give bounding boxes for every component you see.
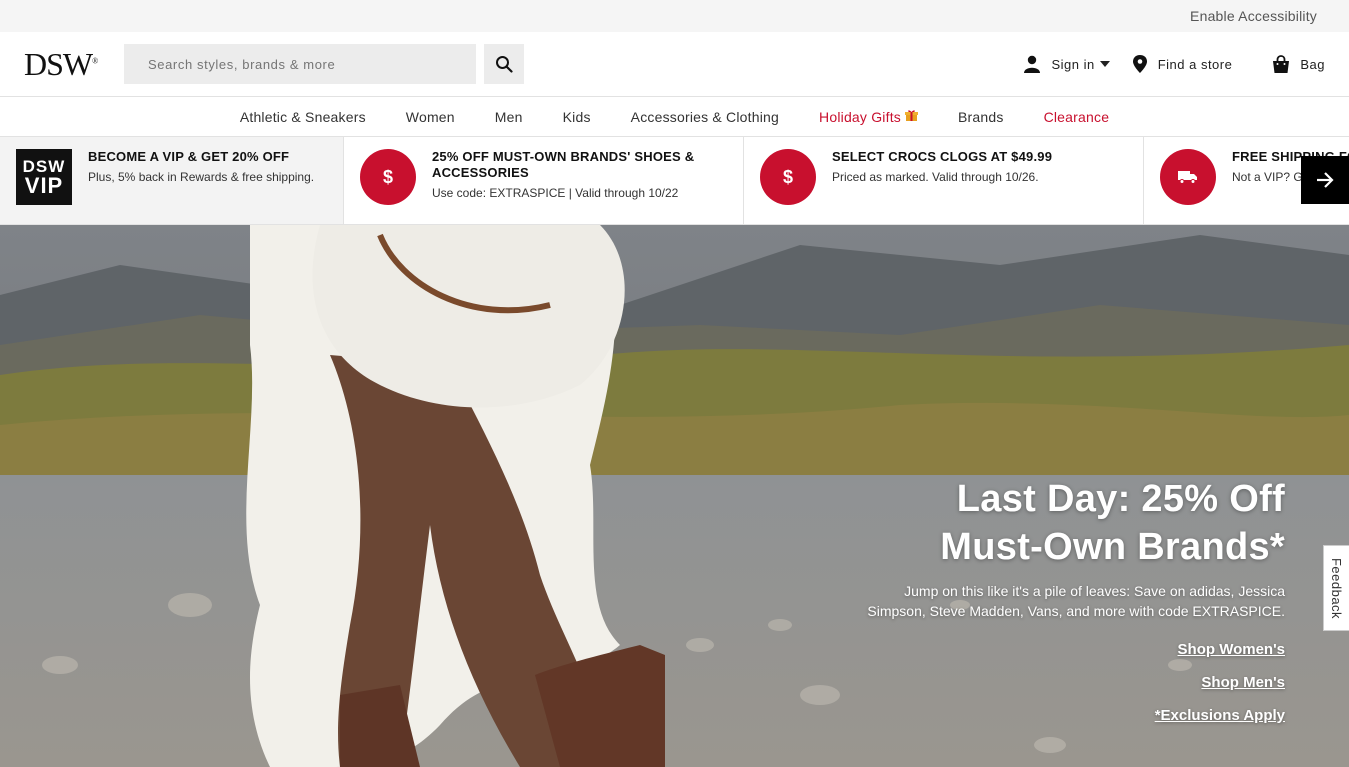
exclusions-apply-link[interactable]: *Exclusions Apply — [865, 707, 1285, 724]
enable-accessibility-link[interactable]: Enable Accessibility — [1190, 8, 1317, 24]
dollar-icon: $ — [760, 149, 816, 205]
shop-womens-link[interactable]: Shop Women's — [865, 641, 1285, 658]
bag-label: Bag — [1300, 56, 1325, 72]
nav-women[interactable]: Women — [406, 109, 455, 125]
chevron-down-icon — [1099, 61, 1110, 67]
promo-subtitle: Priced as marked. Valid through 10/26. — [832, 170, 1039, 184]
promo-vip[interactable]: DSW VIP BECOME A VIP & GET 20% OFF Plus,… — [0, 137, 344, 224]
promo-crocs[interactable]: $ SELECT CROCS CLOGS AT $49.99 Priced as… — [744, 137, 1144, 224]
site-header: DSW® Sign in Find a store Bag — [0, 32, 1349, 97]
arrow-right-icon — [1317, 172, 1334, 188]
search-input[interactable] — [124, 44, 476, 84]
promo-subtitle: Plus, 5% back in Rewards & free shipping… — [88, 170, 315, 184]
promo-must-own-brands[interactable]: $ 25% OFF MUST-OWN BRANDS' SHOES & ACCES… — [344, 137, 744, 224]
nav-men[interactable]: Men — [495, 109, 523, 125]
dsw-logo[interactable]: DSW® — [24, 46, 124, 83]
search-icon — [496, 56, 513, 73]
hero-headline-line2: Must-Own Brands* — [940, 526, 1285, 568]
hero-banner[interactable]: Last Day: 25% Off Must-Own Brands* Jump … — [0, 225, 1349, 767]
vip-badge-line2: VIP — [24, 172, 64, 198]
shop-mens-link[interactable]: Shop Men's — [865, 674, 1285, 691]
nav-clearance[interactable]: Clearance — [1044, 109, 1110, 125]
header-actions: Sign in Find a store Bag — [1023, 54, 1325, 74]
nav-holiday-gifts[interactable]: Holiday Gifts — [819, 109, 918, 125]
find-a-store-label: Find a store — [1157, 56, 1233, 72]
carousel-next-button[interactable] — [1301, 156, 1349, 204]
promo-title: BECOME A VIP & GET 20% OFF — [88, 149, 290, 164]
vip-badge-line1: DSW — [22, 156, 66, 176]
hero-headline: Last Day: 25% Off Must-Own Brands* — [865, 475, 1285, 571]
nav-brands[interactable]: Brands — [958, 109, 1004, 125]
user-icon — [1024, 55, 1041, 73]
sign-in-button[interactable]: Sign in — [1023, 55, 1110, 73]
dsw-vip-badge: DSW VIP — [16, 149, 72, 205]
promo-carousel: DSW VIP BECOME A VIP & GET 20% OFF Plus,… — [0, 137, 1349, 225]
nav-accessories-clothing[interactable]: Accessories & Clothing — [631, 109, 779, 125]
promo-text: SELECT CROCS CLOGS AT $49.99 Priced as m… — [832, 149, 1052, 185]
feedback-tab[interactable]: Feedback — [1323, 545, 1349, 631]
find-a-store-button[interactable]: Find a store — [1132, 55, 1233, 73]
promo-subtitle: Use code: EXTRASPICE | Valid through 10/… — [432, 186, 679, 200]
promo-title: 25% OFF MUST-OWN BRANDS' SHOES & ACCESSO… — [432, 149, 695, 180]
dollar-icon: $ — [360, 149, 416, 205]
bag-button[interactable]: Bag — [1272, 54, 1325, 74]
location-pin-icon — [1132, 55, 1147, 73]
gift-icon — [905, 109, 918, 125]
nav-holiday-gifts-label: Holiday Gifts — [819, 108, 901, 125]
nav-kids[interactable]: Kids — [563, 109, 591, 125]
promo-title: SELECT CROCS CLOGS AT $49.99 — [832, 149, 1053, 164]
shopping-bag-icon — [1273, 54, 1290, 73]
search-button[interactable] — [484, 44, 524, 84]
hero-headline-line1: Last Day: 25% Off — [956, 478, 1285, 520]
feedback-label: Feedback — [1329, 557, 1344, 619]
hero-copy: Last Day: 25% Off Must-Own Brands* Jump … — [865, 475, 1285, 724]
promo-text: BECOME A VIP & GET 20% OFF Plus, 5% back… — [88, 149, 314, 185]
utility-bar: Enable Accessibility — [0, 0, 1349, 32]
nav-athletic-sneakers[interactable]: Athletic & Sneakers — [240, 109, 366, 125]
truck-icon — [1160, 149, 1216, 205]
main-nav: Athletic & Sneakers Women Men Kids Acces… — [0, 97, 1349, 137]
hero-subtitle: Jump on this like it's a pile of leaves:… — [867, 583, 1285, 619]
logo-text: DSW — [24, 45, 93, 82]
sign-in-label: Sign in — [1051, 56, 1095, 72]
promo-text: 25% OFF MUST-OWN BRANDS' SHOES & ACCESSO… — [432, 149, 727, 201]
search-bar — [124, 44, 524, 84]
